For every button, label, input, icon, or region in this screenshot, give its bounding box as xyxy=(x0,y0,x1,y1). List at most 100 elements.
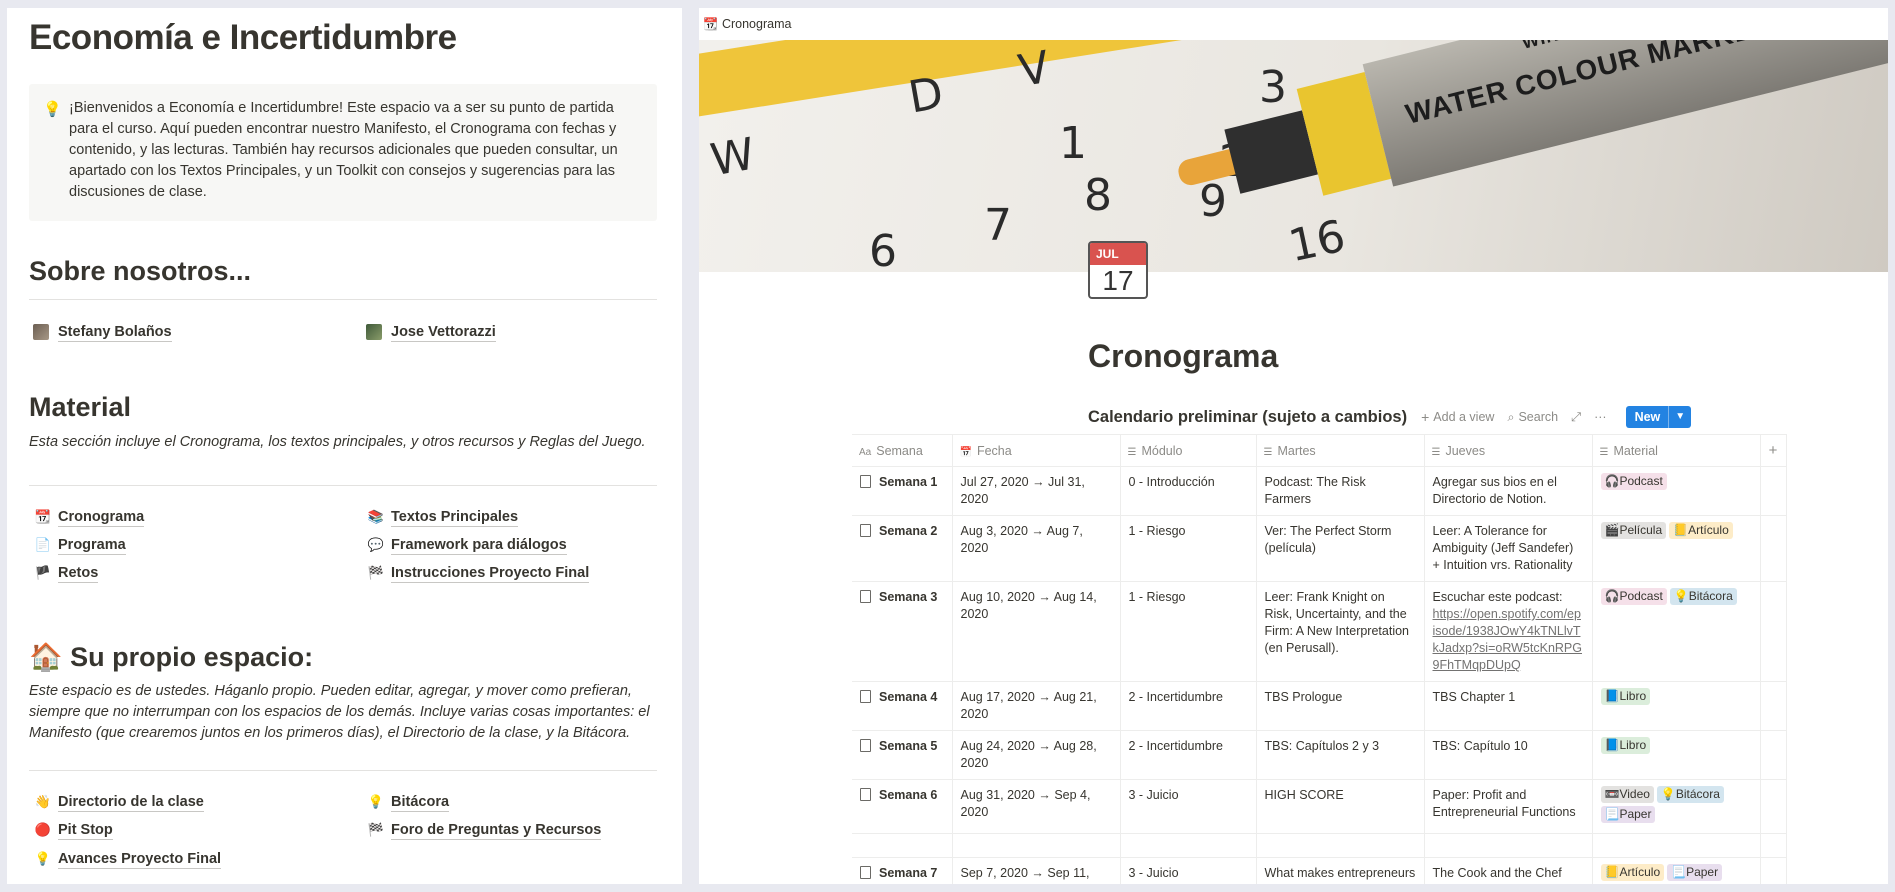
chevron-down-icon[interactable]: ▼ xyxy=(1668,406,1691,428)
cell-jueves[interactable]: TBS: Capítulo 10 xyxy=(1424,730,1593,780)
cell-material[interactable]: 📘Libro xyxy=(1592,681,1761,731)
table-row[interactable] xyxy=(852,833,1787,858)
calendar-page-icon[interactable]: JUL 17 xyxy=(1088,241,1148,299)
add-view-button[interactable]: + Add a view xyxy=(1421,409,1494,425)
breadcrumb: 📆 Cronograma xyxy=(699,8,1888,40)
cell-jueves[interactable]: The Cook and the Chef xyxy=(1424,857,1593,884)
column-header-módulo[interactable]: ☰ Módulo xyxy=(1120,434,1257,467)
cell-martes[interactable] xyxy=(1256,833,1425,858)
cell-martes[interactable]: Podcast: The Risk Farmers xyxy=(1256,466,1425,516)
cell-semana[interactable] xyxy=(852,833,953,858)
cell-fecha[interactable]: Aug 3, 2020 → Aug 7, 2020 xyxy=(952,515,1121,582)
search-button[interactable]: ⌕ Search xyxy=(1507,410,1558,425)
cell-fecha[interactable] xyxy=(952,833,1121,858)
cell-martes[interactable]: What makes entrepreneurs Entrepreneurial xyxy=(1256,857,1425,884)
cell-modulo[interactable]: 1 - Riesgo xyxy=(1120,581,1257,682)
material-heading: Material xyxy=(29,392,132,422)
page-icon xyxy=(860,739,871,752)
cell-material[interactable]: 📒Artículo 📃Paper xyxy=(1592,857,1761,884)
cover-image: W D V 3 1 2 9 8 7 6 16 WINSOR & NEWTON W… xyxy=(699,40,1888,272)
cell-martes[interactable]: Ver: The Perfect Storm (película) xyxy=(1256,515,1425,582)
new-button[interactable]: New ▼ xyxy=(1625,406,1692,428)
person-link[interactable]: Stefany Bolaños xyxy=(33,321,172,343)
cell-martes[interactable]: HIGH SCORE xyxy=(1256,779,1425,834)
material-link-framework[interactable]: 💬 Framework para diálogos xyxy=(366,534,567,556)
cell-semana[interactable]: Semana 1 xyxy=(852,466,953,516)
cell-material[interactable]: 🎧Podcast xyxy=(1592,466,1761,516)
cell-jueves[interactable]: Agregar sus bios en el Directorio de Not… xyxy=(1424,466,1593,516)
cover-digit: 7 xyxy=(984,200,1012,251)
cell-fecha[interactable]: Aug 31, 2020 → Sep 4, 2020 xyxy=(952,779,1121,834)
column-header-semana[interactable]: Aa Semana xyxy=(852,434,953,467)
cell-modulo[interactable]: 2 - Incertidumbre xyxy=(1120,730,1257,780)
column-header-fecha[interactable]: 📅 Fecha xyxy=(952,434,1121,467)
cell-fecha[interactable]: Sep 7, 2020 → Sep 11, 2020 xyxy=(952,857,1121,884)
cell-semana[interactable]: Semana 3 xyxy=(852,581,953,682)
cell-material[interactable]: 📘Libro xyxy=(1592,730,1761,780)
cell-jueves[interactable]: Escuchar este podcast: https://open.spoti… xyxy=(1424,581,1593,682)
add-column-button[interactable]: + xyxy=(1760,434,1787,467)
column-header-material[interactable]: ☰ Material xyxy=(1592,434,1761,467)
material-link-textos[interactable]: 📚 Textos Principales xyxy=(366,506,519,528)
cell-semana[interactable]: Semana 7 xyxy=(852,857,953,884)
table-row[interactable]: Semana 2 Aug 3, 2020 → Aug 7, 2020 1 - Rie… xyxy=(852,515,1787,582)
cell-jueves[interactable] xyxy=(1424,833,1593,858)
cell-modulo[interactable]: 3 - Juicio xyxy=(1120,857,1257,884)
cell-material[interactable] xyxy=(1592,833,1761,858)
space-link-avances[interactable]: 💡 Avances Proyecto Final xyxy=(33,848,222,870)
cell-martes[interactable]: Leer: Frank Knight on Risk, Uncertainty,… xyxy=(1256,581,1425,682)
space-link-foro[interactable]: 🏁 Foro de Preguntas y Recursos xyxy=(366,819,602,841)
table-row[interactable]: Semana 7Sep 7, 2020 → Sep 11, 20203 - Ju… xyxy=(852,857,1787,884)
table-row[interactable]: Semana 3 Aug 10, 2020 → Aug 14, 2020 1 - R… xyxy=(852,581,1787,682)
column-header-jueves[interactable]: ☰ Jueves xyxy=(1424,434,1593,467)
material-tag: 🎧Podcast xyxy=(1600,588,1667,605)
table-row[interactable]: Semana 5 Aug 24, 2020 → Aug 28, 2020 2 - I… xyxy=(852,730,1787,780)
cell-jueves[interactable]: Leer: A Tolerance for Ambiguity (Jeff Sa… xyxy=(1424,515,1593,582)
cell-jueves[interactable]: TBS Chapter 1 xyxy=(1424,681,1593,731)
cell-material[interactable]: 🎧Podcast 💡Bitácora xyxy=(1592,581,1761,682)
material-tag: 📘Libro xyxy=(1600,737,1651,754)
cell-fecha[interactable]: Jul 27, 2020 → Jul 31, 2020 xyxy=(952,466,1121,516)
table-row[interactable]: Semana 1 Jul 27, 2020 → Jul 31, 2020 0 - I… xyxy=(852,466,1787,516)
cover-digit: 8 xyxy=(1084,170,1112,221)
cell-material[interactable]: 🎬Película 📒Artículo xyxy=(1592,515,1761,582)
breadcrumb-item[interactable]: Cronograma xyxy=(722,17,791,31)
cell-fecha[interactable]: Aug 10, 2020 → Aug 14, 2020 xyxy=(952,581,1121,682)
cell-fecha[interactable]: Aug 17, 2020 → Aug 21, 2020 xyxy=(952,681,1121,731)
cover-digit: 1 xyxy=(1059,118,1087,169)
cell-modulo[interactable]: 2 - Incertidumbre xyxy=(1120,681,1257,731)
material-link-programa[interactable]: 📄 Programa xyxy=(33,534,126,556)
cell-semana[interactable]: Semana 5 xyxy=(852,730,953,780)
cell-material[interactable]: 📼Video 💡Bitácora📃Paper xyxy=(1592,779,1761,834)
material-tag: 📒Artículo xyxy=(1600,864,1665,881)
cell-semana[interactable]: Semana 2 xyxy=(852,515,953,582)
person-link[interactable]: Jose Vettorazzi xyxy=(366,321,496,343)
material-tag: 🎬Película xyxy=(1600,522,1667,539)
calendar-icon: 📆 xyxy=(34,509,52,524)
table-row[interactable]: Semana 6 Aug 31, 2020 → Sep 4, 2020 3 - Ju… xyxy=(852,779,1787,834)
cell-martes[interactable]: TBS Prologue xyxy=(1256,681,1425,731)
calendar-icon: 📆 xyxy=(703,17,718,31)
cell-jueves[interactable]: Paper: Profit and Entrepreneurial Functi… xyxy=(1424,779,1593,834)
cell-modulo[interactable]: 0 - Introducción xyxy=(1120,466,1257,516)
cell-semana[interactable]: Semana 6 xyxy=(852,779,953,834)
space-link-pit-stop[interactable]: 🔴 Pit Stop xyxy=(33,819,113,841)
cell-modulo[interactable]: 1 - Riesgo xyxy=(1120,515,1257,582)
table-row[interactable]: Semana 4 Aug 17, 2020 → Aug 21, 2020 2 - I… xyxy=(852,681,1787,731)
database-title[interactable]: Calendario preliminar (sujeto a cambios) xyxy=(1088,408,1407,427)
podcast-link[interactable]: https://open.spotify.com/episode/1938JOw… xyxy=(1433,606,1584,674)
space-link-bitacora[interactable]: 💡 Bitácora xyxy=(366,791,450,813)
material-link-instrucciones[interactable]: 🏁 Instrucciones Proyecto Final xyxy=(366,562,590,584)
cronograma-page-pane: 📆 Cronograma W D V 3 1 2 9 8 7 6 16 WINS… xyxy=(699,8,1888,884)
material-link-retos[interactable]: 🏴 Retos xyxy=(33,562,99,584)
cell-martes[interactable]: TBS: Capítulos 2 y 3 xyxy=(1256,730,1425,780)
cell-semana[interactable]: Semana 4 xyxy=(852,681,953,731)
cell-modulo[interactable]: 3 - Juicio xyxy=(1120,779,1257,834)
more-options-button[interactable]: ··· xyxy=(1594,410,1607,424)
cell-fecha[interactable]: Aug 24, 2020 → Aug 28, 2020 xyxy=(952,730,1121,780)
space-link-directorio[interactable]: 👋 Directorio de la clase xyxy=(33,791,204,813)
cell-modulo[interactable] xyxy=(1120,833,1257,858)
column-header-martes[interactable]: ☰ Martes xyxy=(1256,434,1425,467)
material-link-cronograma[interactable]: 📆 Cronograma xyxy=(33,506,145,528)
expand-icon[interactable]: ⤢ xyxy=(1571,410,1581,425)
